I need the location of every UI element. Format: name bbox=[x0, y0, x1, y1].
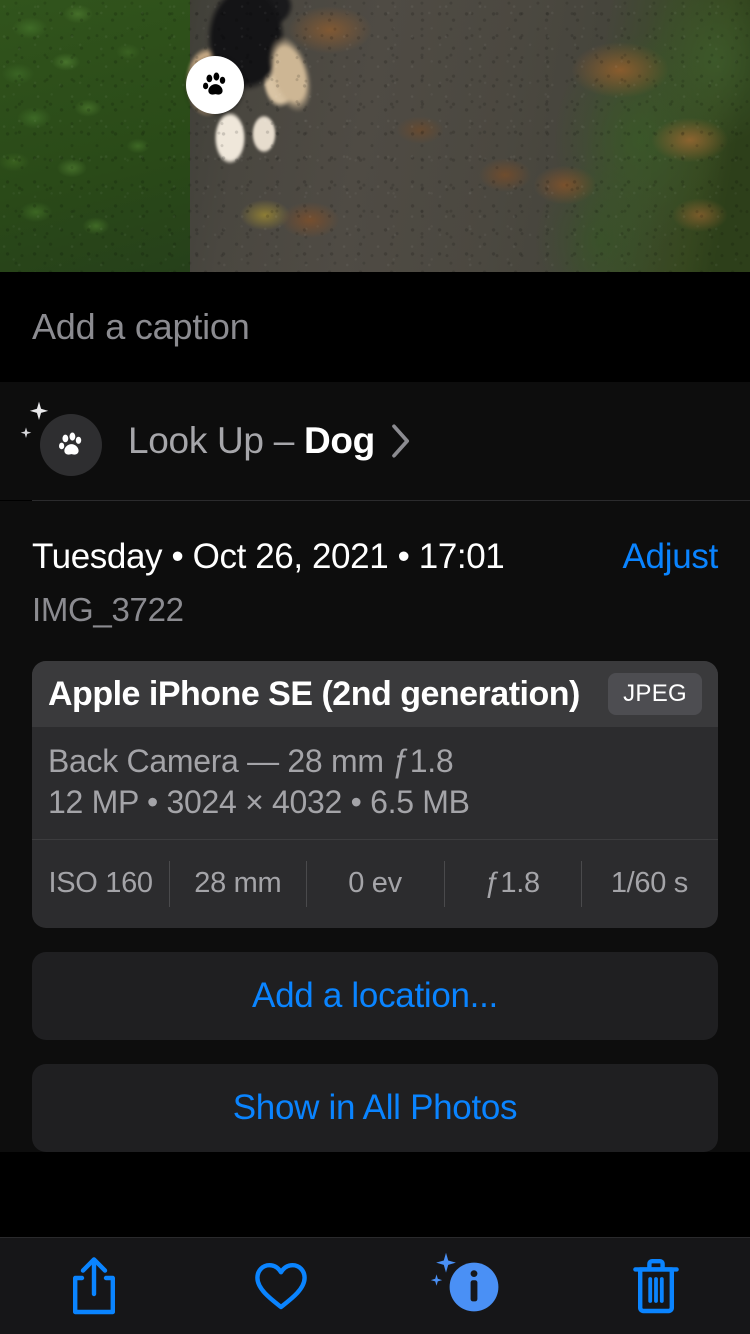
share-icon bbox=[72, 1257, 115, 1315]
exif-stat-aperture: ƒ1.8 bbox=[444, 867, 581, 900]
resolution-info: 12 MP • 3024 × 4032 • 6.5 MB bbox=[48, 783, 470, 820]
exif-stat-iso: ISO 160 bbox=[48, 867, 153, 900]
capture-date: Tuesday • Oct 26, 2021 • 17:01 bbox=[32, 537, 505, 576]
file-name: IMG_3722 bbox=[32, 591, 184, 628]
exif-stat-shutter-speed: 1/60 s bbox=[581, 867, 718, 900]
info-icon bbox=[430, 1252, 506, 1319]
trash-icon bbox=[633, 1259, 680, 1314]
photo-texture-overlay bbox=[0, 0, 750, 272]
chevron-right-icon[interactable] bbox=[391, 424, 411, 458]
exif-card[interactable]: Apple iPhone SE (2nd generation) JPEG Ba… bbox=[32, 661, 718, 928]
exif-stats-row: ISO 160 28 mm 0 ev ƒ1.8 1/60 s bbox=[32, 840, 718, 928]
look-up-paw-icon bbox=[40, 414, 102, 476]
look-up-icon-group bbox=[20, 401, 102, 476]
favorite-button[interactable] bbox=[188, 1260, 376, 1312]
look-up-row[interactable]: Look Up – Dog bbox=[0, 382, 750, 500]
info-button[interactable] bbox=[375, 1252, 563, 1319]
look-up-label: Look Up – Dog bbox=[128, 420, 375, 462]
bottom-toolbar bbox=[0, 1237, 750, 1334]
caption-placeholder: Add a caption bbox=[32, 306, 250, 347]
camera-model: Apple iPhone SE (2nd generation) bbox=[48, 674, 580, 713]
sparkle-small-icon bbox=[20, 427, 32, 438]
photo-viewer[interactable] bbox=[0, 0, 750, 272]
exif-card-body: Back Camera — 28 mm ƒ1.8 12 MP • 3024 × … bbox=[32, 727, 718, 840]
add-location-button[interactable]: Add a location... bbox=[32, 951, 718, 1040]
look-up-prefix: Look Up – bbox=[128, 420, 304, 461]
adjust-button[interactable]: Adjust bbox=[623, 537, 719, 577]
paw-icon[interactable] bbox=[186, 56, 244, 114]
delete-button[interactable] bbox=[563, 1257, 750, 1315]
date-row: Tuesday • Oct 26, 2021 • 17:01 Adjust bbox=[32, 501, 718, 577]
caption-field[interactable]: Add a caption bbox=[0, 272, 750, 382]
photo-detail-screen: Add a caption Look Up – Dog Tuesday • Oc… bbox=[0, 0, 750, 1334]
info-circle-icon bbox=[449, 1262, 499, 1312]
exif-stat-focal-length: 28 mm bbox=[169, 867, 306, 900]
share-button[interactable] bbox=[0, 1255, 188, 1317]
look-up-subject: Dog bbox=[303, 420, 375, 461]
sparkle-small-icon bbox=[430, 1274, 442, 1286]
photo-info-section: Tuesday • Oct 26, 2021 • 17:01 Adjust IM… bbox=[0, 501, 750, 1152]
exif-card-header: Apple iPhone SE (2nd generation) JPEG bbox=[32, 661, 718, 727]
file-format-badge: JPEG bbox=[608, 673, 702, 715]
heart-icon bbox=[255, 1263, 308, 1310]
lens-info: Back Camera — 28 mm ƒ1.8 bbox=[48, 743, 454, 779]
exif-stat-exposure-bias: 0 ev bbox=[306, 867, 443, 900]
show-in-all-photos-button[interactable]: Show in All Photos bbox=[32, 1063, 718, 1152]
